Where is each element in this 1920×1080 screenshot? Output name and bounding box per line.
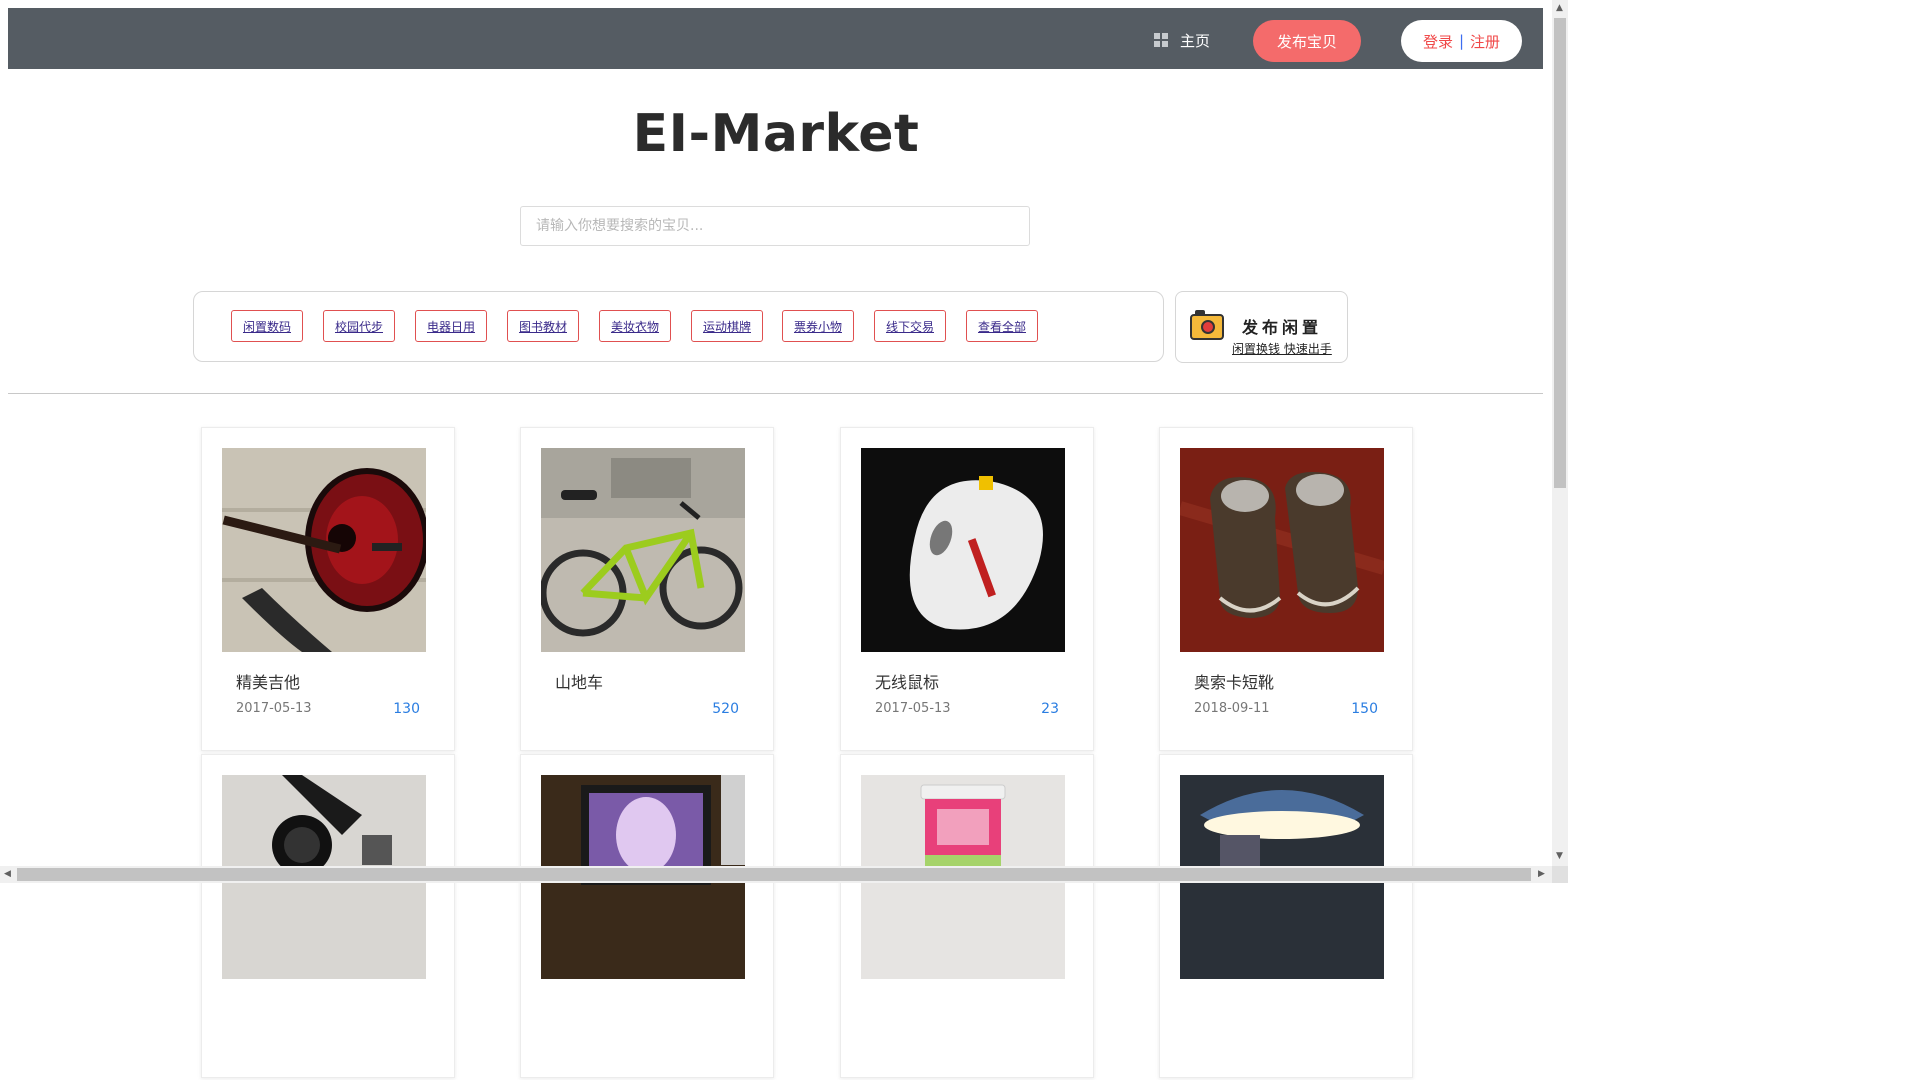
product-image-guitar[interactable] [222, 448, 426, 652]
camera-icon [1190, 310, 1224, 340]
login-link[interactable]: 登录 [1423, 31, 1453, 52]
category-link[interactable]: 电器日用 [415, 310, 487, 342]
category-link[interactable]: 校园代步 [323, 310, 395, 342]
category-link[interactable]: 线下交易 [874, 310, 946, 342]
scroll-left-icon[interactable]: ◀ [4, 869, 11, 879]
product-card[interactable]: 山地车 520 [520, 427, 774, 751]
scroll-right-icon[interactable]: ▶ [1538, 869, 1545, 879]
site-logo: EI-Market [632, 104, 920, 164]
product-title[interactable]: 奥索卡短靴 [1194, 669, 1274, 693]
scroll-up-icon[interactable]: ▲ [1556, 3, 1563, 13]
search-input[interactable] [520, 206, 1030, 246]
publish-item-label: 发布宝贝 [1276, 32, 1337, 51]
sell-promo-subtitle[interactable]: 闲置换钱 快速出手 [1232, 340, 1332, 357]
horizontal-scrollbar[interactable]: ◀ ▶ [0, 866, 1552, 883]
category-link[interactable]: 图书教材 [507, 310, 579, 342]
product-image-boots[interactable] [1180, 448, 1384, 652]
category-link[interactable]: 票券小物 [782, 310, 854, 342]
publish-item-button[interactable]: 发布宝贝 [1253, 20, 1361, 62]
product-title[interactable]: 无线鼠标 [875, 669, 939, 693]
horizontal-scroll-thumb[interactable] [17, 868, 1531, 881]
scrollbar-corner [1552, 866, 1568, 883]
category-link[interactable]: 运动棋牌 [691, 310, 763, 342]
product-card[interactable] [840, 754, 1094, 1078]
product-image-bicycle[interactable] [541, 448, 745, 652]
section-divider [8, 393, 1543, 394]
sell-item-promo[interactable]: 发布闲置 闲置换钱 快速出手 [1175, 291, 1348, 363]
product-card[interactable] [201, 754, 455, 1078]
nav-home-link[interactable]: 主页 [1154, 30, 1210, 50]
register-link[interactable]: 注册 [1470, 31, 1500, 52]
category-link[interactable]: 美妆衣物 [599, 310, 671, 342]
product-card[interactable]: 无线鼠标 2017-05-13 23 [840, 427, 1094, 751]
vertical-scrollbar[interactable]: ▲ ▼ [1552, 0, 1568, 866]
product-price: 150 [1351, 701, 1378, 717]
product-image-mouse[interactable] [861, 448, 1065, 652]
login-separator: | [1458, 32, 1465, 50]
scroll-down-icon[interactable]: ▼ [1556, 851, 1563, 861]
vertical-scroll-thumb[interactable] [1554, 18, 1566, 488]
product-date: 2017-05-13 [875, 701, 951, 716]
sell-promo-title: 发布闲置 [1242, 318, 1323, 337]
product-card[interactable] [1159, 754, 1413, 1078]
product-price: 520 [712, 701, 739, 717]
category-link-all[interactable]: 查看全部 [966, 310, 1038, 342]
product-card[interactable] [520, 754, 774, 1078]
nav-home-label: 主页 [1180, 31, 1211, 50]
category-panel: 闲置数码 校园代步 电器日用 图书教材 美妆衣物 运动棋牌 票券小物 线下交易 … [193, 291, 1164, 362]
grid-icon [1154, 33, 1168, 47]
product-price: 23 [1041, 701, 1059, 717]
product-card[interactable]: 精美吉他 2017-05-13 130 [201, 427, 455, 751]
product-date: 2017-05-13 [236, 701, 312, 716]
product-title[interactable]: 精美吉他 [236, 669, 300, 693]
product-price: 130 [393, 701, 420, 717]
product-card[interactable]: 奥索卡短靴 2018-09-11 150 [1159, 427, 1413, 751]
login-register-button[interactable]: 登录 | 注册 [1401, 20, 1522, 62]
category-link[interactable]: 闲置数码 [231, 310, 303, 342]
product-date: 2018-09-11 [1194, 701, 1270, 716]
product-title[interactable]: 山地车 [555, 669, 603, 693]
